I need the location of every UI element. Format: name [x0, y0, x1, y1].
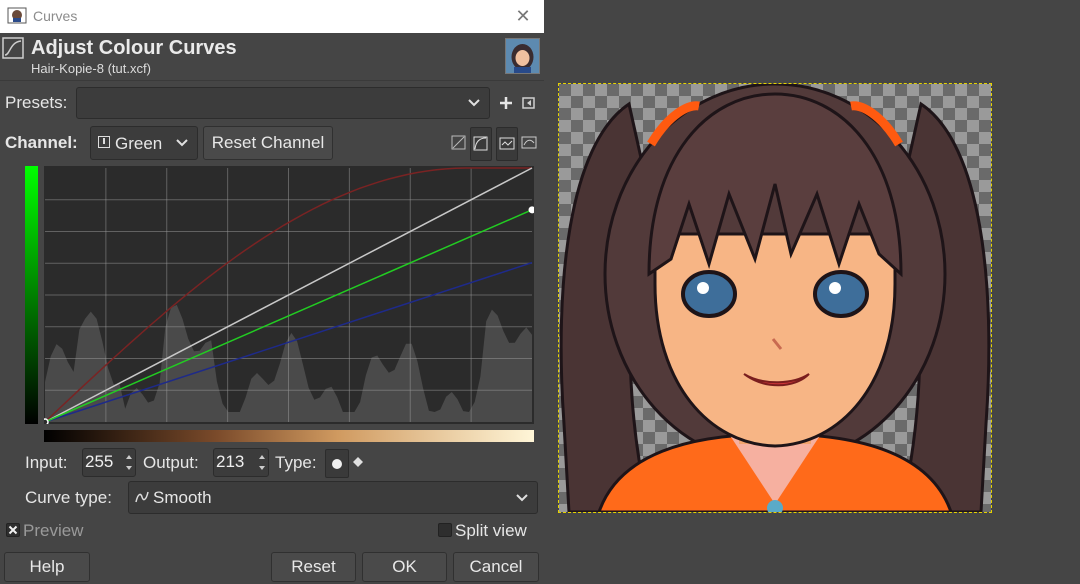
natural-curve-toggle[interactable]: [496, 127, 518, 161]
channel-icon: [98, 136, 110, 148]
curve-type-value: Smooth: [153, 488, 212, 507]
preview-checkbox[interactable]: [6, 523, 20, 537]
spin-arrows-icon[interactable]: [123, 449, 135, 476]
output-value: 213: [216, 452, 245, 471]
type-label: Type:: [275, 453, 317, 472]
chevron-down-icon: [516, 493, 528, 501]
linear-histogram-icon[interactable]: [451, 135, 467, 151]
layer-thumbnail: [505, 38, 540, 74]
smooth-curve-icon: [135, 491, 149, 503]
ok-button[interactable]: OK: [362, 552, 447, 582]
help-button[interactable]: Help: [4, 552, 90, 582]
log-histogram-toggle[interactable]: [470, 127, 492, 161]
add-preset-icon[interactable]: [498, 95, 514, 111]
freehand-curve-icon: [499, 137, 515, 150]
presets-label: Presets:: [5, 93, 68, 112]
preview-label[interactable]: Preview: [23, 521, 83, 541]
reset-button[interactable]: Reset: [271, 552, 356, 582]
smooth-point-toggle[interactable]: [325, 449, 349, 478]
output-spinbox[interactable]: 213: [213, 448, 269, 477]
dialog-title: Adjust Colour Curves: [31, 37, 237, 59]
smooth-point-icon: [332, 459, 342, 469]
spin-arrows-icon[interactable]: [256, 449, 268, 476]
input-value: 255: [85, 452, 114, 471]
image-canvas[interactable]: [558, 83, 992, 513]
close-icon[interactable]: ✕: [512, 5, 534, 27]
split-view-label[interactable]: Split view: [455, 521, 527, 541]
curves-tool-icon: [2, 37, 24, 59]
dialog-header: Adjust Colour Curves Hair-Kopie-8 (tut.x…: [0, 33, 544, 80]
chevron-down-icon: [468, 99, 480, 107]
input-gradient-bar: [44, 430, 534, 442]
preset-menu-icon[interactable]: [521, 95, 537, 111]
output-gradient-bar: [25, 166, 38, 424]
checkmark-icon: [8, 525, 18, 535]
curves-dialog: Curves ✕ Adjust Colour Curves Hair-Kopie…: [0, 0, 544, 584]
input-label: Input:: [25, 453, 68, 472]
channel-label: Channel:: [5, 133, 78, 152]
output-label: Output:: [143, 453, 199, 472]
curve-control-point-start[interactable]: [44, 418, 49, 424]
curves-graph[interactable]: [44, 166, 534, 424]
header-separator: [0, 80, 544, 81]
input-spinbox[interactable]: 255: [82, 448, 136, 477]
window-titlebar: Curves ✕: [0, 0, 544, 33]
chevron-down-icon: [176, 139, 188, 147]
cancel-button[interactable]: Cancel: [453, 552, 539, 582]
window-title: Curves: [33, 8, 78, 24]
gimp-app-icon: [7, 7, 27, 24]
reset-channel-button[interactable]: Reset Channel: [203, 126, 333, 160]
split-view-checkbox[interactable]: [438, 523, 452, 537]
curves-canvas[interactable]: [44, 166, 534, 424]
smooth-curve-icon[interactable]: [521, 135, 537, 151]
presets-combo[interactable]: [76, 87, 490, 119]
corner-point-icon[interactable]: [352, 456, 364, 468]
curve-type-label: Curve type:: [25, 488, 112, 507]
channel-value: Green: [115, 134, 163, 153]
curve-type-combo[interactable]: Smooth: [128, 481, 538, 514]
character-portrait-image: [559, 84, 991, 512]
log-histogram-icon: [473, 136, 488, 151]
curve-control-point-end[interactable]: [528, 206, 534, 214]
channel-combo[interactable]: Green: [90, 126, 198, 160]
image-name: Hair-Kopie-8 (tut.xcf): [31, 61, 151, 76]
